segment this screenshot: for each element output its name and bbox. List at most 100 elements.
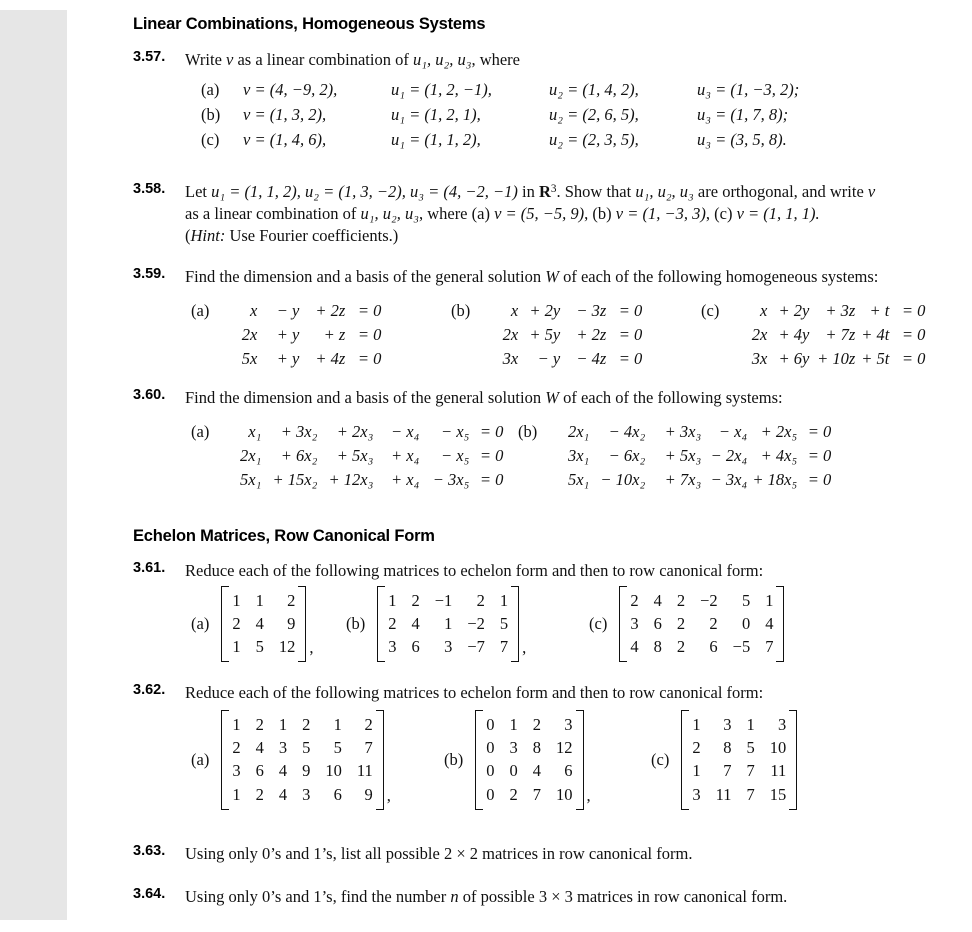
matrix-label-a: (a): [191, 749, 210, 769]
equation-row: x − y + 2z = 0: [250, 301, 382, 320]
table-row: 2 4 9: [232, 613, 296, 633]
p358-l1-c: in: [517, 182, 539, 201]
p358-l1-vectors: u₁ = (1, 1, 2), u₂ = (1, 3, −2), u₃ = (4…: [211, 182, 518, 201]
matrix-3-61-b: (b) 1 2 −1 2 1 2 4 1 −2 5 3 6 3 −7 7 ,: [346, 586, 589, 663]
item-c-u1: u₁ = (1, 1, 2),: [391, 129, 481, 149]
system-label-b: (b): [518, 422, 538, 441]
problem-number-3-59: 3.59.: [133, 266, 166, 282]
p358-l1-v: v: [867, 182, 876, 201]
table-row: 0 1 2 3: [486, 714, 573, 734]
table-row: 1 2 −1 2 1: [388, 590, 509, 610]
problem-3-57-statement: Write v as a linear combination of u₁, u…: [185, 49, 961, 71]
p358-l1-d: . Show that: [556, 182, 636, 201]
system-3-60-b: (b) 2x₁ − 4x₂ + 3x₃ − x₄ + 2x₅ = 0 3x₁ − 6x₂ + …: [518, 420, 831, 492]
p358-l2-d: v = (5, −5, 9): [494, 203, 585, 223]
p360-text-a: Find the dimension and a basis of the ge…: [185, 388, 546, 407]
table-row: 1 3 1 3: [692, 714, 787, 734]
problem-number-3-61: 3.61.: [133, 560, 166, 576]
matrix-bracket: 2 4 2 −2 5 1 3 6 2 2 0 4 4 8 2 6 −5 7: [619, 586, 785, 663]
item-c-u3: u₃ = (3, 5, 8).: [697, 129, 787, 149]
list-item: (a) v = (4, −9, 2), u₁ = (1, 2, −1), u₂ …: [201, 78, 972, 103]
problem-3-60-systems: (a) x₁ + 3x₂ + 2x₃ − x₄ − x₅ = 0 2x₁ + 6x₂ + 5x…: [191, 420, 831, 492]
equation-row: 5x₁ − 10x₂ + 7x₃ − 3x₄ + 18x₅ = 0: [567, 470, 832, 490]
p358-hint-label: Hint:: [190, 225, 226, 245]
table-row: 0 3 8 12: [486, 737, 573, 757]
table-row: 4 8 2 6 −5 7: [630, 637, 774, 657]
problem-3-63: 3.63. Using only 0’s and 1’s, list all p…: [133, 843, 961, 865]
system-b-equations: x + 2y − 3z = 0 2x + 5y + 2z = 0 3x − y − 4z = 0: [484, 299, 643, 371]
p358-hint-text: Use Fourier coefficients.): [225, 225, 399, 245]
table-row: 0 2 7 10: [486, 784, 573, 804]
item-b-v: v = (1, 3, 2),: [243, 104, 327, 124]
matrix-label-a: (a): [191, 614, 210, 634]
equation-row: 2x₁ + 6x₂ + 5x₃ + x₄ − x₅ = 0: [240, 446, 504, 466]
problem-3-58-statement: Let u₁ = (1, 1, 2), u₂ = (1, 3, −2), u₃ …: [185, 181, 961, 246]
p357-text-1: Write: [185, 50, 227, 69]
problem-3-61: 3.61. Reduce each of the following matri…: [133, 560, 961, 582]
p359-text-b: of each of the following homogeneous sys…: [558, 267, 879, 286]
table-row: 2 8 5 10: [692, 737, 787, 757]
item-a-v: v = (4, −9, 2),: [243, 80, 338, 99]
section-heading-echelon-matrices: Echelon Matrices, Row Canonical Form: [133, 527, 435, 545]
system-3-60-a: (a) x₁ + 3x₂ + 2x₃ − x₄ − x₅ = 0 2x₁ + 6x₂ + 5x…: [191, 420, 518, 492]
equation-row: 2x₁ − 4x₂ + 3x₃ − x₄ + 2x₅ = 0: [567, 422, 832, 441]
equation-row: 2x + 5y + 2z = 0: [502, 325, 643, 345]
table-row: 3 6 4 9 10 11: [232, 761, 373, 781]
matrix-table: 2 4 2 −2 5 1 3 6 2 2 0 4 4 8 2 6 −5 7: [630, 589, 773, 659]
matrix-table: 1 3 1 3 2 8 5 10 1 7 7 11 3 11 7 15: [692, 713, 786, 807]
item-label-b: (b): [201, 104, 221, 124]
p364-var-n: n: [450, 887, 459, 906]
item-c-u2: u₂ = (2, 3, 5),: [549, 129, 639, 149]
p360-text-b: of each of the following systems:: [558, 388, 783, 407]
table-row: 2 4 1 −2 5: [388, 613, 509, 633]
system-label-c: (c): [701, 301, 720, 320]
p358-l2-h: v = (1, 1, 1).: [736, 203, 820, 223]
matrix-table: 1 2 −1 2 1 2 4 1 −2 5 3 6 3 −7 7: [388, 589, 508, 659]
p358-l2-e: , (b): [584, 203, 616, 223]
p358-l2-g: , (c): [705, 203, 737, 223]
table-row: 3 6 2 2 0 4: [630, 613, 774, 633]
system-3-59-c: (c) x + 2y + 3z + t = 0 2x + 4y + 7z + 4t = 0 3x…: [701, 299, 925, 371]
p357-text-2: as a linear combination of: [233, 50, 413, 69]
matrix-3-62-a: (a) 1 2 1 2 1 2 2 4 3 5 5 7 3 6 4 9 10 1…: [191, 710, 444, 810]
p358-line-2: as a linear combination of u₁, u₂, u₃, w…: [185, 203, 961, 225]
p358-l1-R: R: [538, 182, 551, 201]
matrix-label-c: (c): [589, 614, 608, 634]
matrix-table: 1 1 2 2 4 9 1 5 12: [232, 589, 295, 659]
table-row: 1 2 1 2 1 2: [232, 714, 373, 734]
p364-text-a: Using only 0’s and 1’s, find the number: [185, 887, 451, 906]
problem-3-60: 3.60. Find the dimension and a basis of …: [133, 387, 961, 409]
problem-3-60-statement: Find the dimension and a basis of the ge…: [185, 387, 961, 409]
matrix-3-61-c: (c) 2 4 2 −2 5 1 3 6 2 2 0 4 4 8 2 6 −5 …: [589, 586, 785, 663]
table-row: 0 0 4 6: [486, 761, 573, 781]
p358-l2-a: as a linear combination of: [185, 203, 361, 223]
problem-3-62-statement: Reduce each of the following matrices to…: [185, 683, 764, 702]
matrix-bracket: 1 3 1 3 2 8 5 10 1 7 7 11 3 11 7 15: [681, 710, 798, 810]
system-label-a: (a): [191, 422, 210, 441]
system-b-equations: 2x₁ − 4x₂ + 3x₃ − x₄ + 2x₅ = 0 3x₁ − 6x₂ + 5x₃ −…: [551, 420, 831, 492]
system-3-59-a: (a) x − y + 2z = 0 2x + y + z = 0 5x + y + 4z = 0: [191, 299, 451, 371]
p358-l1-a: Let: [185, 182, 212, 201]
item-b-u2: u₂ = (2, 6, 5),: [549, 104, 639, 124]
matrix-label-b: (b): [346, 614, 366, 634]
item-label-c: (c): [201, 129, 220, 149]
table-row: 3 6 3 −7 7: [388, 637, 509, 657]
section-heading-linear-combinations: Linear Combinations, Homogeneous Systems: [133, 15, 486, 33]
item-label-a: (a): [201, 80, 220, 99]
p358-l2-c: , where (a): [418, 203, 495, 223]
p358-l1-f: are orthogonal, and write: [693, 182, 868, 201]
equation-row: 5x₁ + 15x₂ + 12x₃ + x₄ − 3x₅ = 0: [240, 470, 504, 490]
equation-row: 3x₁ − 6x₂ + 5x₃ − 2x₄ + 4x₅ = 0: [567, 446, 832, 466]
system-a-equations: x − y + 2z = 0 2x + y + z = 0 5x + y + 4z = 0: [223, 299, 382, 371]
matrix-3-62-b: (b) 0 1 2 3 0 3 8 12 0 0 4 6 0 2 7 10 ,: [444, 710, 651, 810]
p359-var-W: W: [545, 267, 559, 286]
table-row: 2 4 2 −2 5 1: [630, 590, 774, 610]
matrix-bracket: 0 1 2 3 0 3 8 12 0 0 4 6 0 2 7 10: [475, 710, 584, 810]
p357-text-3: , where: [471, 50, 520, 69]
matrix-bracket: 1 2 1 2 1 2 2 4 3 5 5 7 3 6 4 9 10 11 1 …: [221, 710, 385, 810]
matrix-bracket: 1 1 2 2 4 9 1 5 12: [221, 586, 307, 663]
equation-row: 3x − y − 4z = 0: [502, 349, 643, 369]
item-a-u1: u₁ = (1, 2, −1),: [391, 80, 492, 99]
matrix-table: 1 2 1 2 1 2 2 4 3 5 5 7 3 6 4 9 10 11 1 …: [232, 713, 372, 807]
problem-3-57-items: (a) v = (4, −9, 2), u₁ = (1, 2, −1), u₂ …: [201, 78, 972, 152]
